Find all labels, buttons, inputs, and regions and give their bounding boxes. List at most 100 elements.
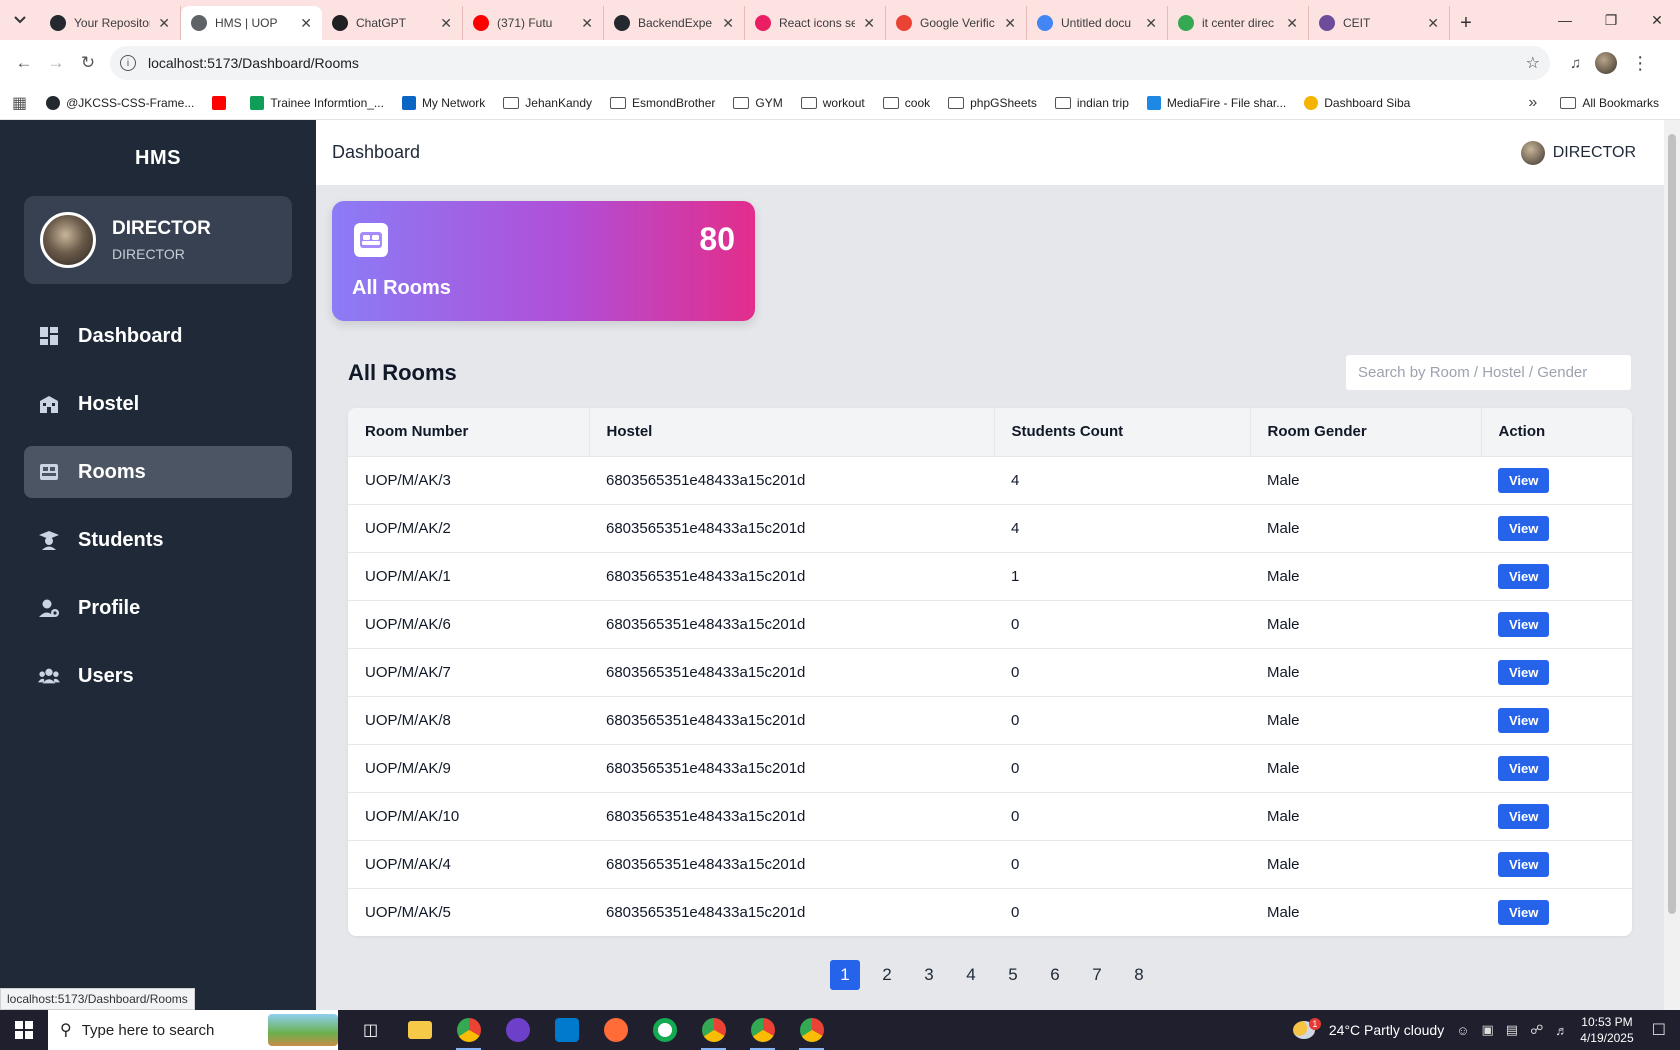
close-icon[interactable]: ✕ <box>1427 15 1439 32</box>
people-icon[interactable]: ☺ <box>1456 1023 1469 1038</box>
bookmark-item[interactable]: JehanKandy <box>494 96 601 110</box>
github-desktop-app[interactable] <box>493 1010 542 1050</box>
search-input[interactable] <box>1345 354 1632 391</box>
view-button[interactable]: View <box>1498 515 1550 541</box>
bookmark-star-icon[interactable]: ☆ <box>1526 53 1540 73</box>
page-button[interactable]: 1 <box>830 960 860 990</box>
media-control-icon[interactable]: ♫ <box>1570 55 1581 72</box>
tab-search-button[interactable] <box>0 0 40 40</box>
close-icon[interactable]: ✕ <box>158 15 170 32</box>
bookmark-item[interactable]: Dashboard Siba <box>1295 95 1419 110</box>
chrome-profile-app[interactable] <box>738 1010 787 1050</box>
reload-button[interactable]: ↻ <box>72 47 104 79</box>
bookmark-item[interactable]: phpGSheets <box>939 96 1046 110</box>
scrollbar-thumb[interactable] <box>1668 134 1676 914</box>
close-icon[interactable]: ✕ <box>440 15 452 32</box>
page-button[interactable]: 6 <box>1040 960 1070 990</box>
sidebar-item-students[interactable]: Students <box>24 514 292 566</box>
security-icon[interactable]: ☍ <box>1530 1022 1543 1038</box>
close-icon[interactable]: ✕ <box>863 15 875 32</box>
site-info-icon[interactable]: i <box>120 55 136 71</box>
mongodb-compass-app[interactable] <box>640 1010 689 1050</box>
view-button[interactable]: View <box>1498 659 1550 685</box>
kebab-menu-icon[interactable]: ⋮ <box>1631 53 1649 74</box>
browser-tab[interactable]: BackendExpe ✕ <box>604 6 745 40</box>
page-button[interactable]: 3 <box>914 960 944 990</box>
new-tab-button[interactable]: + <box>1450 6 1482 40</box>
browser-tab[interactable]: CEIT ✕ <box>1309 6 1450 40</box>
bookmark-item[interactable]: My Network <box>393 95 494 110</box>
view-button[interactable]: View <box>1498 899 1550 925</box>
profile-avatar[interactable] <box>1595 52 1618 74</box>
meet-now-icon[interactable]: ▣ <box>1482 1022 1494 1038</box>
browser-tab[interactable]: React icons se ✕ <box>745 6 886 40</box>
top-user-menu[interactable]: DIRECTOR <box>1520 140 1636 165</box>
volume-icon[interactable]: ♬ <box>1555 1023 1568 1038</box>
omnibox[interactable]: i localhost:5173/Dashboard/Rooms ☆ <box>110 46 1550 80</box>
close-window-button[interactable]: ✕ <box>1634 0 1680 40</box>
bookmark-item[interactable]: EsmondBrother <box>601 96 724 110</box>
bookmark-item[interactable]: Trainee Informtion_... <box>241 95 393 110</box>
weather-widget[interactable]: 1 24°C Partly cloudy <box>1292 1018 1444 1039</box>
page-button[interactable]: 5 <box>998 960 1028 990</box>
clock[interactable]: 10:53 PM 4/19/2025 <box>1580 1014 1633 1046</box>
chrome-profile-app[interactable] <box>787 1010 836 1050</box>
view-button[interactable]: View <box>1498 707 1550 733</box>
bookmark-item[interactable]: cook <box>874 96 939 110</box>
minimize-button[interactable]: — <box>1542 0 1588 40</box>
browser-tab[interactable]: Your Repositor ✕ <box>40 6 181 40</box>
chrome-app[interactable] <box>444 1010 493 1050</box>
bookmark-item[interactable]: @JKCSS-CSS-Frame... <box>37 95 203 110</box>
sidebar-item-dashboard[interactable]: Dashboard <box>24 310 292 362</box>
browser-tab[interactable]: it center direc ✕ <box>1168 6 1309 40</box>
view-button[interactable]: View <box>1498 467 1550 493</box>
view-button[interactable]: View <box>1498 851 1550 877</box>
notifications-icon[interactable]: ☐ <box>1652 1020 1666 1040</box>
task-view-button[interactable]: ◫ <box>346 1010 395 1050</box>
file-explorer-app[interactable] <box>395 1010 444 1050</box>
bookmark-item[interactable]: workout <box>792 96 874 110</box>
sidebar-item-rooms[interactable]: Rooms <box>24 446 292 498</box>
page-scrollbar[interactable] <box>1664 120 1680 1010</box>
browser-tab[interactable]: (371) Futu ✕ <box>463 6 604 40</box>
forward-button[interactable]: → <box>40 47 72 79</box>
page-button[interactable]: 2 <box>872 960 902 990</box>
chrome-profile-app[interactable] <box>689 1010 738 1050</box>
postman-app[interactable] <box>591 1010 640 1050</box>
view-button[interactable]: View <box>1498 755 1550 781</box>
all-bookmarks-folder[interactable]: All Bookmarks <box>1551 96 1668 110</box>
taskbar-search[interactable]: ⚲ Type here to search <box>48 1010 338 1050</box>
close-icon[interactable]: ✕ <box>581 15 593 32</box>
start-button[interactable] <box>0 1010 48 1050</box>
bookmarks-overflow-icon[interactable]: » <box>1514 94 1551 112</box>
browser-tab[interactable]: Google Verific ✕ <box>886 6 1027 40</box>
close-icon[interactable]: ✕ <box>300 15 312 32</box>
browser-tab[interactable]: ChatGPT ✕ <box>322 6 463 40</box>
bookmark-item[interactable]: GYM <box>724 96 791 110</box>
apps-grid-icon[interactable]: ▦ <box>12 93 37 113</box>
sidebar-item-hostel[interactable]: Hostel <box>24 378 292 430</box>
sidebar-item-profile[interactable]: Profile <box>24 582 292 634</box>
close-icon[interactable]: ✕ <box>1145 15 1157 32</box>
close-icon[interactable]: ✕ <box>722 15 734 32</box>
url-text[interactable]: localhost:5173/Dashboard/Rooms <box>148 55 1514 71</box>
page-button[interactable]: 4 <box>956 960 986 990</box>
bookmark-item[interactable]: MediaFire - File shar... <box>1138 95 1295 110</box>
back-button[interactable]: ← <box>8 47 40 79</box>
sidebar-item-users[interactable]: Users <box>24 650 292 702</box>
close-icon[interactable]: ✕ <box>1286 15 1298 32</box>
bookmark-item[interactable] <box>203 95 241 110</box>
bookmark-item[interactable]: indian trip <box>1046 96 1138 110</box>
vscode-app[interactable] <box>542 1010 591 1050</box>
view-button[interactable]: View <box>1498 563 1550 589</box>
page-button[interactable]: 7 <box>1082 960 1112 990</box>
browser-tab[interactable]: HMS | UOP ✕ <box>181 6 322 40</box>
page-button[interactable]: 8 <box>1124 960 1154 990</box>
close-icon[interactable]: ✕ <box>1004 15 1016 32</box>
view-button[interactable]: View <box>1498 803 1550 829</box>
network-icon[interactable]: ▤ <box>1506 1022 1518 1038</box>
action-cell: View <box>1481 503 1632 552</box>
view-button[interactable]: View <box>1498 611 1550 637</box>
restore-button[interactable]: ❐ <box>1588 0 1634 40</box>
browser-tab[interactable]: Untitled docu ✕ <box>1027 6 1168 40</box>
